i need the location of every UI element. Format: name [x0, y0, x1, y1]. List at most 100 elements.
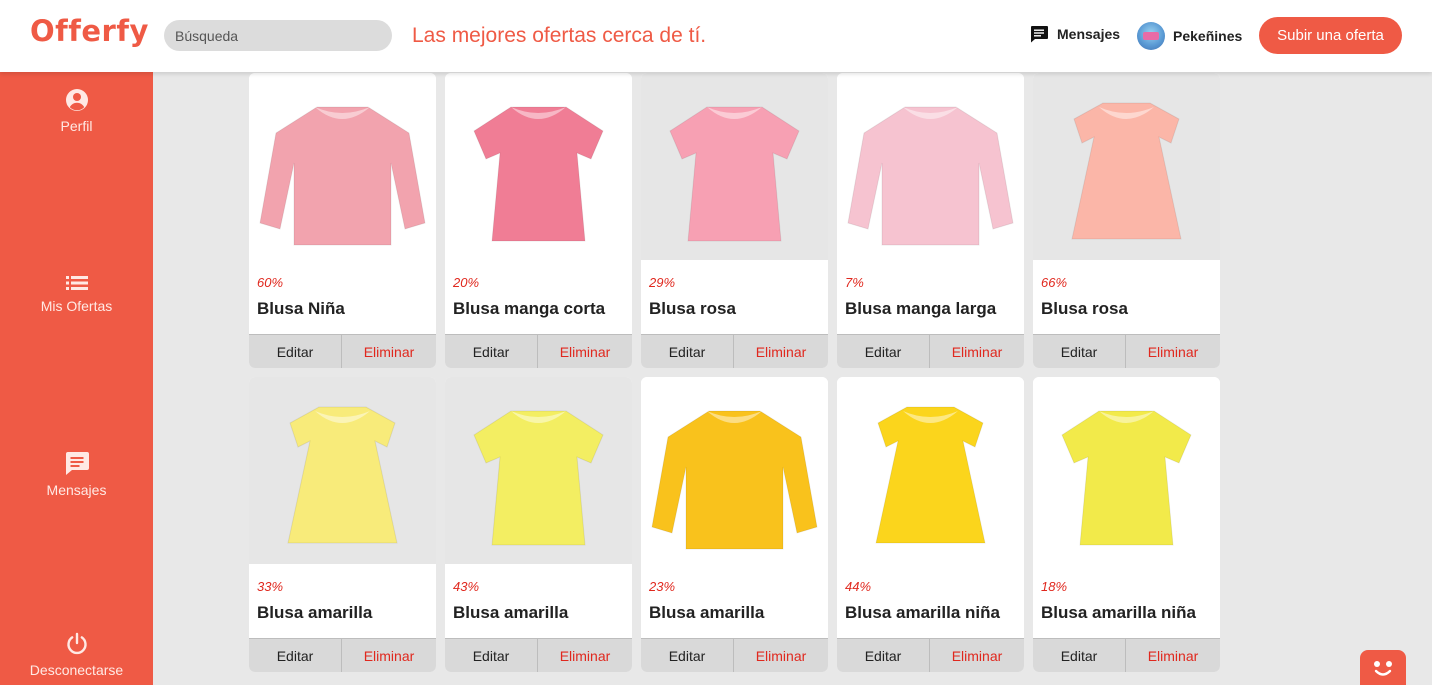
offer-discount: 18% [1041, 579, 1068, 594]
delete-button[interactable]: Eliminar [342, 639, 436, 672]
garment-illustration [287, 406, 398, 544]
offer-card[interactable]: 33% Blusa amarilla Editar Eliminar [249, 377, 436, 672]
offer-card[interactable]: 20% Blusa manga corta Editar Eliminar [445, 73, 632, 368]
sidebar-item-label: Mensajes [46, 482, 107, 498]
offers-grid: 60% Blusa Niña Editar Eliminar 20% Blusa… [249, 73, 1220, 672]
top-header: Offerfy Las mejores ofertas cerca de tí.… [0, 0, 1432, 72]
garment-illustration [473, 410, 604, 546]
offer-title: Blusa amarilla [649, 603, 765, 622]
edit-button[interactable]: Editar [641, 335, 734, 368]
offer-image[interactable] [249, 73, 436, 260]
offer-discount: 23% [649, 579, 676, 594]
garment-illustration [1061, 410, 1192, 546]
edit-button[interactable]: Editar [445, 335, 538, 368]
offer-actions: Editar Eliminar [641, 638, 828, 672]
chat-widget-button[interactable] [1360, 650, 1406, 685]
smiley-icon [1374, 661, 1392, 676]
offer-actions: Editar Eliminar [249, 638, 436, 672]
sidebar-item-perfil[interactable]: Perfil [0, 88, 153, 134]
offer-title: Blusa rosa [649, 299, 736, 318]
offer-discount: 66% [1041, 275, 1068, 290]
sidebar: Perfil Mis Ofertas Mensajes Desconectars… [0, 72, 153, 685]
delete-button[interactable]: Eliminar [930, 639, 1024, 672]
offer-card[interactable]: 60% Blusa Niña Editar Eliminar [249, 73, 436, 368]
offer-discount: 7% [845, 275, 864, 290]
offer-image[interactable] [641, 377, 828, 564]
edit-button[interactable]: Editar [837, 335, 930, 368]
edit-button[interactable]: Editar [445, 639, 538, 672]
offer-discount: 20% [453, 275, 480, 290]
offer-title: Blusa rosa [1041, 299, 1128, 318]
garment-illustration [651, 410, 818, 550]
offer-discount: 33% [257, 579, 284, 594]
offer-card[interactable]: 66% Blusa rosa Editar Eliminar [1033, 73, 1220, 368]
offer-actions: Editar Eliminar [641, 334, 828, 368]
offer-image[interactable] [837, 377, 1024, 564]
edit-button[interactable]: Editar [1033, 335, 1126, 368]
delete-button[interactable]: Eliminar [1126, 639, 1220, 672]
list-icon [65, 276, 88, 290]
offer-image[interactable] [249, 377, 436, 564]
app-logo[interactable]: Offerfy [30, 14, 149, 48]
user-name: Pekeñines [1173, 28, 1243, 44]
delete-button[interactable]: Eliminar [342, 335, 436, 368]
offer-actions: Editar Eliminar [837, 638, 1024, 672]
offer-title: Blusa amarilla [453, 603, 569, 622]
offer-actions: Editar Eliminar [249, 334, 436, 368]
offer-card[interactable]: 7% Blusa manga larga Editar Eliminar [837, 73, 1024, 368]
edit-button[interactable]: Editar [837, 639, 930, 672]
delete-button[interactable]: Eliminar [734, 639, 828, 672]
offer-card[interactable]: 29% Blusa rosa Editar Eliminar [641, 73, 828, 368]
offer-title: Blusa Niña [257, 299, 345, 318]
delete-button[interactable]: Eliminar [1126, 335, 1220, 368]
edit-button[interactable]: Editar [249, 335, 342, 368]
garment-illustration [875, 406, 986, 544]
offer-actions: Editar Eliminar [837, 334, 1024, 368]
user-menu[interactable]: Pekeñines [1137, 22, 1242, 50]
search-input[interactable] [164, 20, 392, 51]
upload-offer-button[interactable]: Subir una oferta [1259, 17, 1402, 54]
offer-image[interactable] [837, 73, 1024, 260]
offer-title: Blusa amarilla niña [1041, 603, 1196, 622]
offer-image[interactable] [1033, 73, 1220, 260]
sidebar-item-mensajes[interactable]: Mensajes [0, 450, 153, 498]
garment-illustration [847, 106, 1014, 246]
garment-illustration [259, 106, 426, 246]
sidebar-item-mis-ofertas[interactable]: Mis Ofertas [0, 274, 153, 314]
offer-title: Blusa manga larga [845, 299, 997, 318]
offer-image[interactable] [641, 73, 828, 260]
delete-button[interactable]: Eliminar [734, 335, 828, 368]
offer-card[interactable]: 18% Blusa amarilla niña Editar Eliminar [1033, 377, 1220, 672]
offer-discount: 29% [649, 275, 676, 290]
header-messages-link[interactable]: Mensajes [1029, 25, 1120, 43]
message-icon [1031, 26, 1048, 43]
sidebar-item-label: Perfil [60, 118, 93, 134]
delete-button[interactable]: Eliminar [538, 335, 632, 368]
offer-discount: 43% [453, 579, 480, 594]
edit-button[interactable]: Editar [249, 639, 342, 672]
edit-button[interactable]: Editar [1033, 639, 1126, 672]
offer-image[interactable] [445, 377, 632, 564]
offer-actions: Editar Eliminar [1033, 638, 1220, 672]
delete-button[interactable]: Eliminar [930, 335, 1024, 368]
offer-discount: 60% [257, 275, 284, 290]
offer-discount: 44% [845, 579, 872, 594]
avatar [1137, 22, 1165, 50]
offer-title: Blusa amarilla niña [845, 603, 1000, 622]
offer-card[interactable]: 44% Blusa amarilla niña Editar Eliminar [837, 377, 1024, 672]
tagline: Las mejores ofertas cerca de tí. [412, 24, 707, 47]
offer-image[interactable] [1033, 377, 1220, 564]
header-messages-label: Mensajes [1057, 26, 1121, 42]
power-icon [66, 632, 87, 655]
offer-actions: Editar Eliminar [445, 638, 632, 672]
garment-illustration [669, 106, 800, 242]
garment-illustration [1071, 102, 1182, 240]
offer-card[interactable]: 43% Blusa amarilla Editar Eliminar [445, 377, 632, 672]
offer-image[interactable] [445, 73, 632, 260]
edit-button[interactable]: Editar [641, 639, 734, 672]
offer-card[interactable]: 23% Blusa amarilla Editar Eliminar [641, 377, 828, 672]
delete-button[interactable]: Eliminar [538, 639, 632, 672]
offer-actions: Editar Eliminar [445, 334, 632, 368]
sidebar-item-label: Mis Ofertas [40, 298, 113, 314]
sidebar-item-desconectarse[interactable]: Desconectarse [0, 632, 153, 678]
